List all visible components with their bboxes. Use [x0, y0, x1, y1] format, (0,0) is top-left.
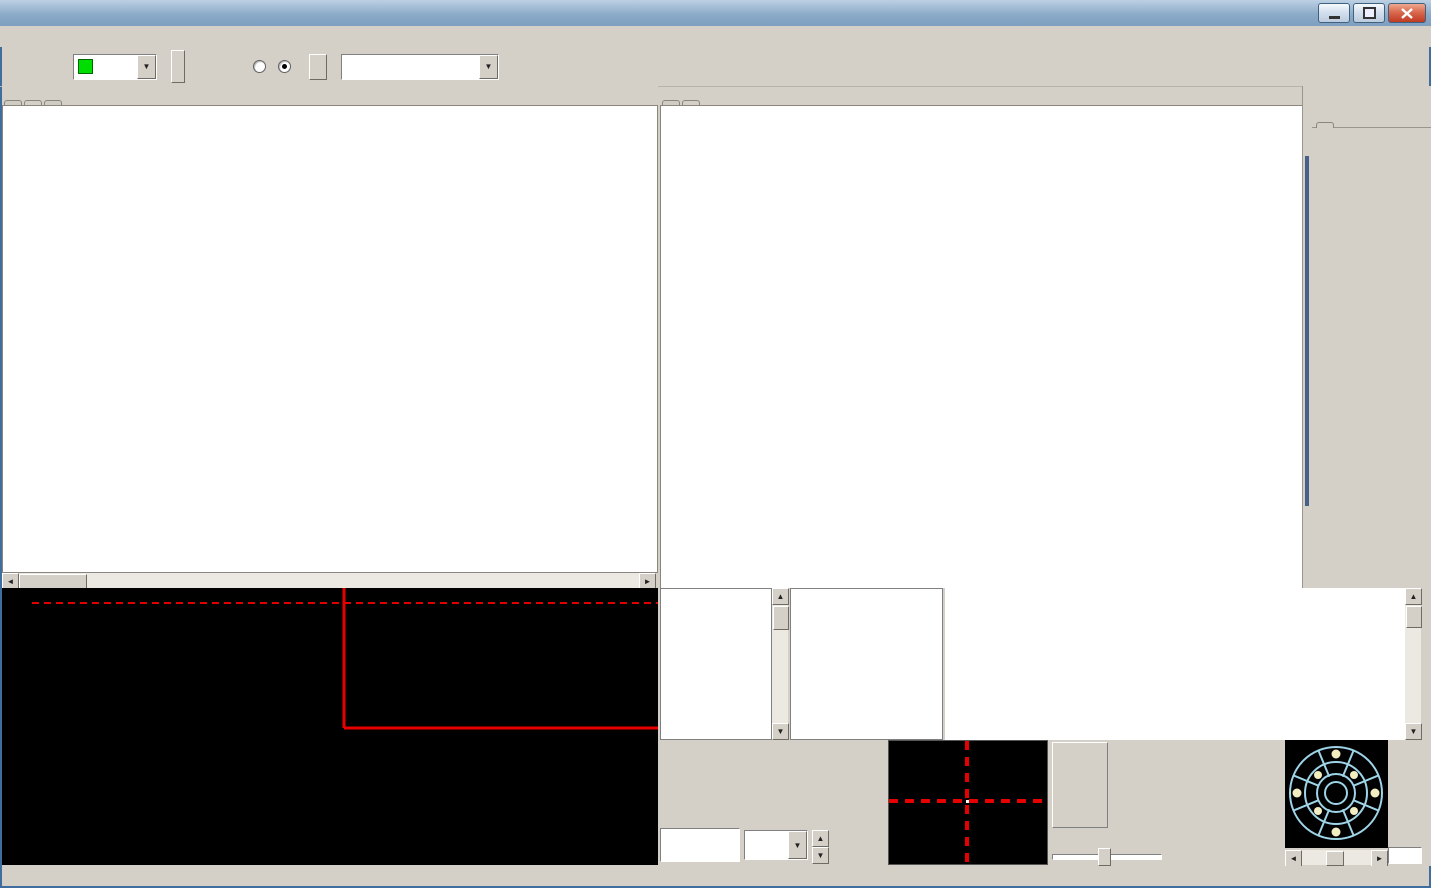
minimize-button[interactable] — [1318, 3, 1350, 23]
construct-tools — [1312, 86, 1431, 103]
ring-light-wheel[interactable] — [1285, 740, 1388, 848]
scrollbar-track[interactable] — [772, 631, 788, 723]
right-panel-tabs — [660, 86, 1302, 105]
spin-down-icon[interactable]: ▼ — [812, 847, 829, 864]
image-viewport[interactable] — [2, 588, 658, 865]
title-bar[interactable] — [0, 0, 1431, 27]
close-icon — [1401, 8, 1413, 19]
tab-annotation[interactable] — [1316, 122, 1334, 128]
color-combo[interactable]: ▼ — [73, 54, 157, 80]
chevron-down-icon[interactable]: ▼ — [479, 55, 498, 79]
scroll-right-icon[interactable]: ► — [1371, 850, 1388, 867]
radio-icon[interactable] — [253, 60, 266, 73]
crosshair-panel — [888, 740, 1048, 865]
maximize-button[interactable] — [1353, 3, 1385, 23]
grid-hscrollbar[interactable]: ◄ ► — [2, 573, 656, 588]
speed-slider[interactable] — [1052, 848, 1160, 864]
scrollbar-track[interactable] — [87, 573, 639, 588]
table-vscrollbar[interactable]: ▲ ▼ — [1405, 588, 1421, 740]
slider-thumb[interactable] — [1098, 848, 1111, 866]
scrollbar-track[interactable] — [1344, 850, 1371, 865]
menu-bar — [0, 26, 1431, 47]
wheel-scrollbar[interactable]: ◄ ► — [1285, 850, 1388, 865]
cnc-mode-radio[interactable] — [253, 60, 270, 73]
maximize-icon — [1363, 7, 1376, 19]
data-grid — [2, 105, 658, 573]
jog-mode-group — [1052, 742, 1108, 828]
machine-status — [660, 828, 740, 862]
chevron-down-icon[interactable]: ▼ — [137, 55, 156, 79]
app-window: ▼ ▼ ◄ ► — [0, 0, 1431, 888]
profile-combo[interactable]: ▼ — [341, 54, 499, 80]
spin-up-icon[interactable]: ▲ — [812, 830, 829, 847]
report-panel — [660, 86, 1302, 588]
xbar-chart — [660, 105, 1304, 590]
chart-control-limits — [661, 158, 1231, 178]
light-intensity-value — [1388, 847, 1422, 864]
pcb-export-button[interactable] — [171, 50, 185, 83]
scroll-left-icon[interactable]: ◄ — [1285, 850, 1302, 867]
scroll-up-icon[interactable]: ▲ — [1405, 588, 1422, 605]
scrollbar-thumb[interactable] — [19, 574, 87, 589]
jog-arrow-pad — [1162, 740, 1284, 866]
scrollbar-thumb[interactable] — [1406, 606, 1422, 628]
detail-panel — [790, 588, 943, 740]
list-vscrollbar[interactable]: ▲ ▼ — [772, 588, 788, 740]
splitter-channel — [1305, 156, 1309, 506]
color-swatch-icon — [78, 59, 93, 74]
scroll-down-icon[interactable]: ▼ — [772, 723, 789, 740]
scrollbar-thumb[interactable] — [1326, 851, 1344, 866]
main-lens-button[interactable] — [309, 54, 327, 80]
align-annotation-list — [660, 588, 772, 740]
machine-control-area: ▼ ▲ ▼ — [658, 740, 1431, 866]
main-toolbar: ▼ ▼ — [0, 47, 1431, 87]
annotation-tab-row — [1312, 107, 1431, 128]
viewport-overlay — [2, 588, 658, 865]
status-bar — [2, 866, 1429, 885]
speed-spinner: ▲ ▼ — [812, 830, 829, 864]
annotation-result-area: ▲ ▼ ▲ ▼ — [660, 588, 1431, 740]
minimize-icon — [1329, 16, 1340, 19]
scroll-down-icon[interactable]: ▼ — [1405, 723, 1422, 740]
jog-panel — [1050, 740, 1162, 866]
ring-light-diagram — [1285, 740, 1388, 848]
scroll-up-icon[interactable]: ▲ — [772, 588, 789, 605]
data-panel: ◄ ► — [2, 86, 658, 588]
window-controls — [1315, 3, 1426, 23]
crosshair-icon — [889, 741, 1047, 864]
measurement-table — [945, 588, 1405, 740]
radio-checked-icon[interactable] — [278, 60, 291, 73]
manual-mode-radio[interactable] — [278, 60, 295, 73]
xbar-chart-svg — [661, 106, 1301, 587]
chevron-down-icon[interactable]: ▼ — [788, 831, 807, 859]
panel-splitter[interactable] — [1302, 86, 1312, 588]
speed-combo[interactable]: ▼ — [744, 830, 808, 860]
close-button[interactable] — [1388, 3, 1426, 23]
scrollbar-track[interactable] — [1405, 629, 1421, 723]
scrollbar-thumb[interactable] — [773, 606, 789, 630]
left-panel-tabs — [2, 86, 658, 105]
measure-toolbar — [1312, 86, 1431, 588]
